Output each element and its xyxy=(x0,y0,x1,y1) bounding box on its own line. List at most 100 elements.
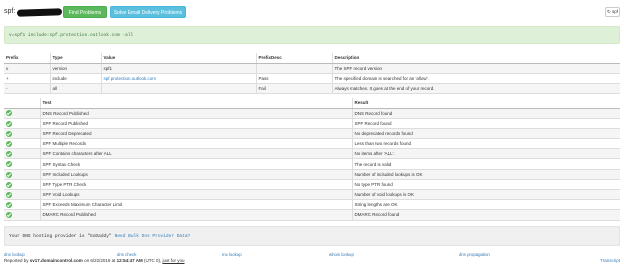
find-problems-button[interactable]: Find Problems xyxy=(63,6,107,18)
check-circle-icon xyxy=(6,181,12,188)
test-name-cell: SPF Multiple Records xyxy=(39,138,352,150)
footer-link-dns-propagation[interactable]: dns propagation xyxy=(459,252,490,257)
spf-record-text: v=spf1 include:spf.protection.outlook.co… xyxy=(9,33,134,38)
test-result-cell: Less than two records found xyxy=(351,138,620,150)
test-row: SPF Record Published SPF Record found xyxy=(4,118,620,129)
status-cell xyxy=(4,158,40,170)
redacted-domain xyxy=(16,8,63,17)
reported-by-text: Reported by sv17.domaincontrol.com on 6/… xyxy=(4,258,185,263)
test-name-cell: SPF Contains characters after ALL xyxy=(39,148,352,160)
test-result-cell: No type PTR found xyxy=(351,179,620,191)
report-time: 12:54:47 AM xyxy=(116,258,143,263)
test-name-cell: SPF Syntax Check xyxy=(39,158,352,170)
test-name-cell: DMARC Record Published xyxy=(39,209,352,221)
footer-link-whois-lookup[interactable]: whois lookup xyxy=(329,252,354,257)
check-circle-icon xyxy=(6,140,12,147)
status-cell xyxy=(4,189,40,201)
prefix-desc-cell xyxy=(255,63,332,74)
test-row: SPF Type PTR Check No type PTR found xyxy=(4,179,620,191)
refresh-icon: ↻ xyxy=(606,9,611,14)
refresh-label: spf xyxy=(612,9,619,14)
test-row: SPF Exceeds Maximum Character Limit Strin… xyxy=(4,199,620,211)
test-result-cell: String lengths are OK xyxy=(351,199,620,211)
refresh-button[interactable]: ↻ spf xyxy=(605,7,620,17)
check-circle-icon xyxy=(6,120,12,127)
status-cell xyxy=(4,169,40,180)
prefix-cell: + xyxy=(4,73,50,84)
column-header: Value xyxy=(100,53,256,64)
page-title: spf: xyxy=(4,8,16,15)
reported-prefix: Reported by xyxy=(4,258,29,263)
spf-record-box: v=spf1 include:spf.protection.outlook.co… xyxy=(4,26,620,44)
test-name-cell: SPF Included Lookups xyxy=(39,169,352,180)
description-cell: Always matches. It goes at the end of yo… xyxy=(331,83,620,94)
test-row: SPF Record Deprecated No deprecated recor… xyxy=(4,128,620,140)
value-cell xyxy=(100,83,256,94)
type-cell: all xyxy=(49,83,101,94)
status-cell xyxy=(4,138,40,150)
check-circle-icon xyxy=(6,212,12,219)
test-row: SPF Contains characters after ALL No item… xyxy=(4,148,620,160)
check-circle-icon xyxy=(6,191,12,198)
status-cell xyxy=(4,209,40,221)
test-result-cell: SPF Record found xyxy=(351,118,620,129)
test-row: SPF Included Lookups Number of included l… xyxy=(4,169,620,180)
footer-link-dns-lookup[interactable]: dns lookup xyxy=(4,252,25,257)
check-circle-icon xyxy=(6,171,12,178)
status-cell xyxy=(4,179,40,191)
prefix-cell: v xyxy=(4,63,50,74)
footer: dns lookup dns check mx lookup whois loo… xyxy=(4,252,620,267)
test-row: DMARC Record Published DMARC Record found xyxy=(4,209,620,221)
table-row: - all Fail Always matches. It goes at th… xyxy=(4,83,620,94)
transcript-link[interactable]: Transcript xyxy=(600,258,620,263)
table-header-row: Prefix Type Value PrefixDesc Description xyxy=(4,53,620,64)
test-result-cell: No items after 'ALL'. xyxy=(351,148,620,160)
value-cell: spf1 xyxy=(100,63,256,74)
footer-link-dns-check[interactable]: dns check xyxy=(117,252,136,257)
column-header: Test xyxy=(39,98,352,109)
value-link[interactable]: spf.protection.outlook.com xyxy=(100,73,256,84)
test-name-cell: SPF Exceeds Maximum Character Limit xyxy=(39,199,352,211)
solve-email-delivery-button[interactable]: Solve Email Delivery Problems xyxy=(110,6,186,18)
test-row: SPF Multiple Records Less than two record… xyxy=(4,138,620,150)
test-result-cell: Number of included lookups is OK xyxy=(351,169,620,180)
test-result-cell: DNS Record found xyxy=(351,108,620,119)
tests-table: Test Result DNS Record Published DNS Reco… xyxy=(4,98,620,221)
status-cell xyxy=(4,118,40,129)
dns-provider-text: Your DNS hosting provider is "GoDaddy" Ne… xyxy=(9,234,190,239)
prefix-desc-cell: Pass xyxy=(255,73,332,84)
column-header: PrefixDesc xyxy=(255,53,332,64)
test-name-cell: SPF Record Deprecated xyxy=(39,128,352,140)
just-for-you-link[interactable]: just for you xyxy=(163,258,185,263)
description-cell: The SPF record version xyxy=(331,63,620,74)
check-circle-icon xyxy=(6,151,12,158)
test-result-cell: The record is valid xyxy=(351,158,620,170)
test-result-cell: DMARC Record found xyxy=(351,209,620,221)
type-cell: include xyxy=(49,73,101,84)
check-circle-icon xyxy=(6,202,12,209)
table-row: + include spf.protection.outlook.com Pas… xyxy=(4,73,620,84)
bulk-dns-provider-link[interactable]: Need Bulk Dns Provider Data? xyxy=(115,234,191,239)
dns-provider-box: Your DNS hosting provider is "GoDaddy" Ne… xyxy=(4,226,620,246)
check-circle-icon xyxy=(6,130,12,137)
description-cell: The specified domain is searched for an … xyxy=(331,73,620,84)
status-cell xyxy=(4,199,40,211)
dns-provider-label: Your DNS hosting provider is "GoDaddy" xyxy=(9,234,112,239)
test-name-cell: SPF Record Published xyxy=(39,118,352,129)
test-name-cell: DNS Record Published xyxy=(39,108,352,119)
check-circle-icon xyxy=(6,161,12,168)
reporting-server: sv17.domaincontrol.com xyxy=(29,258,83,263)
header: spf: Find Problems Solve Email Delivery … xyxy=(4,6,620,18)
report-date: on 6/22/2019 at xyxy=(84,258,116,263)
column-header: Prefix xyxy=(4,53,50,64)
column-header xyxy=(4,98,40,109)
test-row: SPF Syntax Check The record is valid xyxy=(4,158,620,170)
prefix-desc-cell: Fail xyxy=(255,83,332,94)
footer-link-mx-lookup[interactable]: mx lookup xyxy=(222,252,242,257)
type-cell: version xyxy=(49,63,101,74)
report-timezone: (UTC 0), xyxy=(143,258,162,263)
test-result-cell: Number of void lookups is OK xyxy=(351,189,620,201)
table-header-row: Test Result xyxy=(4,98,620,109)
test-name-cell: SPF Void Lookups xyxy=(39,189,352,201)
prefix-cell: - xyxy=(4,83,50,94)
